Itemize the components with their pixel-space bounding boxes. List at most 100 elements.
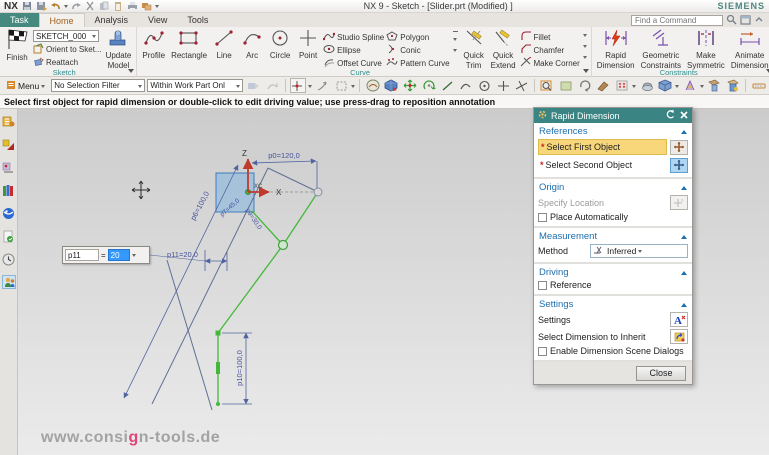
snap-point2-icon[interactable] [495, 78, 512, 93]
find-command-input[interactable] [631, 15, 723, 26]
render-style-icon[interactable] [383, 78, 400, 93]
work-section-icon[interactable] [725, 78, 742, 93]
place-automatically-checkbox[interactable] [538, 212, 547, 222]
make-symmetric-button[interactable]: Make Symmetric [685, 28, 727, 70]
fullscreen-icon[interactable] [740, 14, 751, 27]
origin-header[interactable]: Origin [534, 180, 692, 194]
quick-trim-button[interactable]: Quick Trim [461, 28, 487, 70]
polygon-button[interactable]: Polygon [386, 31, 449, 43]
dimension-value-arrow[interactable] [131, 254, 136, 259]
paste-icon[interactable] [113, 1, 124, 11]
measure-icon[interactable] [750, 78, 767, 93]
window-switch-icon[interactable] [141, 1, 152, 11]
profile-button[interactable]: Profile [140, 28, 167, 60]
references-header[interactable]: References [534, 124, 692, 138]
fillet-button[interactable]: Fillet [520, 31, 580, 43]
geometric-constraints-button[interactable]: Geometric Constraints [639, 28, 683, 70]
curve-gallery-down2[interactable] [453, 49, 458, 54]
snap-line-icon[interactable] [439, 78, 456, 93]
circle-button[interactable]: Circle [267, 28, 293, 60]
save-as-icon[interactable] [36, 1, 47, 11]
line-button[interactable]: Line [211, 28, 237, 60]
animate-dimension-button[interactable]: Animate Dimension [729, 28, 769, 70]
tab-task[interactable]: Task [0, 13, 39, 27]
tab-view[interactable]: View [138, 13, 177, 27]
move-object-icon[interactable] [402, 78, 419, 93]
search-icon[interactable] [726, 14, 737, 27]
update-model-button[interactable]: Update Model [104, 28, 134, 70]
cut-icon[interactable] [85, 1, 96, 11]
shaded-cube-arrow[interactable] [675, 84, 680, 90]
rapid-dimension-button[interactable]: Rapid Dimension [595, 28, 637, 70]
driving-header[interactable]: Driving [534, 265, 692, 279]
tab-home[interactable]: Home [38, 13, 85, 27]
reattach-button[interactable]: Reattach [33, 56, 102, 68]
orient-to-sketch-button[interactable]: Orient to Sket... [33, 42, 102, 55]
select-first-object-button[interactable] [670, 139, 688, 155]
dimension-name-field[interactable]: p11 [65, 249, 99, 261]
inherit-dimension-button[interactable] [670, 329, 688, 344]
curve-more-down3[interactable] [582, 56, 587, 61]
shaded-view-icon[interactable] [364, 78, 381, 93]
place-automatically-row[interactable]: Place Automatically [534, 211, 692, 223]
grid-arrow[interactable] [632, 84, 637, 90]
grid-icon[interactable] [614, 78, 631, 93]
reference-row[interactable]: Reference [534, 279, 692, 291]
snap-arc-icon[interactable] [458, 78, 475, 93]
selection-filter-select[interactable]: No Selection Filter [51, 79, 146, 92]
snap-point-arrow[interactable] [308, 84, 313, 90]
undo-menu-arrow[interactable] [63, 5, 68, 10]
face-analysis-icon[interactable] [681, 78, 698, 93]
find-component-icon[interactable] [245, 78, 262, 93]
rectangle-button[interactable]: Rectangle [169, 28, 209, 60]
curve-more-down1[interactable] [582, 34, 587, 39]
curve-more-down2[interactable] [582, 45, 587, 50]
rotate-object-icon[interactable] [420, 78, 437, 93]
curve-group-more-arrow[interactable] [582, 69, 589, 76]
menu-button[interactable]: Menu [2, 78, 49, 94]
boundary-arrow[interactable] [351, 84, 356, 90]
enable-scene-dialogs-checkbox[interactable] [538, 346, 547, 356]
dimension-edit-box[interactable]: p11 = 20 [62, 246, 150, 264]
copy-icon[interactable] [99, 1, 110, 11]
snap-point-icon[interactable] [289, 78, 307, 93]
shaded-cube-icon[interactable] [657, 78, 674, 93]
snap-intersection-icon[interactable] [513, 78, 530, 93]
tab-analysis[interactable]: Analysis [85, 13, 139, 27]
minimize-ribbon-icon[interactable] [754, 15, 764, 26]
selection-scope-select[interactable]: Within Work Part Onl [147, 79, 244, 92]
select-second-object-row[interactable]: * Select Second Object [538, 157, 667, 173]
reference-checkbox[interactable] [538, 280, 547, 290]
fit-view-icon[interactable] [558, 78, 575, 93]
open-in-window-icon[interactable] [264, 78, 281, 93]
point-button[interactable]: Point [295, 28, 321, 60]
dimension-value-field[interactable]: 20 [107, 249, 130, 261]
sketch-lines-green[interactable] [216, 191, 319, 404]
create-interpart-link-icon[interactable] [314, 78, 331, 93]
chamfer-button[interactable]: Chamfer [520, 44, 580, 56]
curve-gallery-dash[interactable] [452, 31, 458, 32]
curve-gallery-down1[interactable] [453, 38, 458, 43]
editable-section-icon[interactable] [706, 78, 723, 93]
select-second-object-button[interactable] [670, 157, 688, 173]
refresh-view-icon[interactable] [576, 78, 593, 93]
settings-header[interactable]: Settings [534, 297, 692, 311]
select-first-object-row[interactable]: * Select First Object [538, 139, 667, 155]
save-icon[interactable] [22, 1, 33, 11]
arc-button[interactable]: Arc [239, 28, 265, 60]
snap-circle-icon[interactable] [476, 78, 493, 93]
studio-spline-button[interactable]: Studio Spline [322, 31, 384, 43]
zoom-window-icon[interactable] [539, 78, 556, 93]
boundary-icon[interactable] [333, 78, 350, 93]
ellipse-button[interactable]: Ellipse [323, 44, 384, 56]
sketch-vertex-slider-bottom[interactable] [216, 402, 220, 406]
quick-extend-button[interactable]: Quick Extend [489, 28, 518, 70]
enable-scene-dialogs-row[interactable]: Enable Dimension Scene Dialogs [534, 345, 692, 357]
conic-button[interactable]: Conic [386, 44, 449, 56]
dialog-close-button[interactable]: Close [636, 365, 686, 381]
reset-icon[interactable] [665, 109, 676, 122]
sketch-group-more-arrow[interactable] [128, 69, 135, 76]
sketch-name-select[interactable]: SKETCH_000 [33, 30, 99, 42]
sketch-vertex-joint[interactable] [277, 239, 289, 251]
measurement-header[interactable]: Measurement [534, 229, 692, 243]
